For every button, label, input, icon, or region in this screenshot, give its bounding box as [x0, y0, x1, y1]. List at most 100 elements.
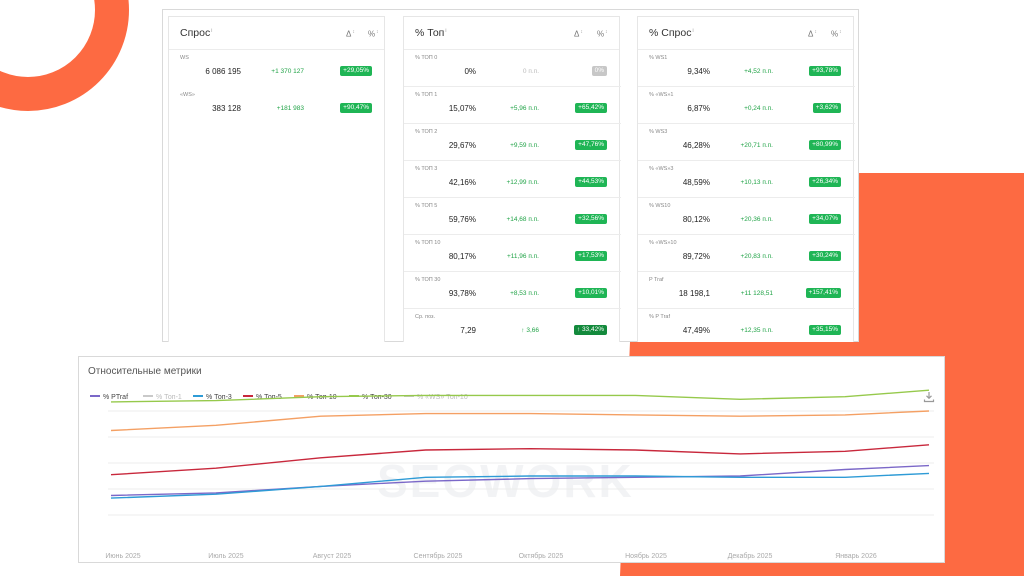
metrics-panel: Спросi Δ↕ %↕ WS 6 086 195 +1 370 127 +29… — [162, 9, 859, 342]
delta-column-header[interactable]: Δ↕ — [346, 29, 355, 39]
metric-label: P Traf — [649, 277, 664, 283]
metric-delta: +12,99 п.п. — [506, 179, 539, 186]
percent-badge: +32,56% — [575, 214, 607, 224]
metric-value: 18 198,1 — [678, 289, 710, 298]
line-chart: Июнь 2025 Июль 2025 Август 2025 Сентябрь 20… — [105, 389, 934, 560]
metric-delta: +181 983 — [276, 105, 304, 112]
metric-delta: +4,52 п.п. — [744, 68, 773, 75]
metric-value: 6 086 195 — [205, 67, 241, 76]
metric-label: % P Traf — [649, 314, 670, 320]
series-line[interactable] — [110, 472, 930, 499]
card-title: % Спросi — [649, 27, 694, 39]
metric-value: 42,16% — [448, 178, 476, 187]
metric-label: % ТОП 30 — [415, 277, 441, 283]
metric-delta: +1 370 127 — [271, 68, 304, 75]
delta-column-header[interactable]: Δ↕ — [808, 29, 817, 39]
percent-badge: +157,41% — [805, 288, 841, 298]
metric-value: 383 128 — [212, 104, 241, 113]
metric-row: % ТОП 10 80,17% +11,96 п.п. +17,53% — [404, 235, 621, 272]
series-line[interactable] — [110, 389, 930, 403]
metric-value: 29,67% — [448, 141, 476, 150]
metric-delta: +20,83 п.п. — [740, 253, 773, 260]
series-line[interactable] — [110, 444, 930, 476]
metric-row: Ср. поз. 7,29 ↑ 3,66 ↑ 33,42% — [404, 309, 621, 346]
metric-row: % «WS»1 6,87% +0,24 п.п. +3,62% — [638, 87, 855, 124]
percent-badge: +90,47% — [340, 103, 372, 113]
percent-badge: +10,01% — [575, 288, 607, 298]
metric-delta: +9,59 п.п. — [510, 142, 539, 149]
percent-badge: +29,05% — [340, 66, 372, 76]
percent-badge: 0% — [591, 66, 607, 76]
card-header: % Топi Δ↕ %↕ — [404, 17, 619, 50]
percent-column-header[interactable]: %↕ — [831, 29, 842, 39]
metric-label: % ТОП 5 — [415, 203, 438, 209]
x-tick-label: Октябрь 2025 — [519, 552, 564, 560]
card-title: % Топi — [415, 27, 447, 39]
card-title: Спросi — [180, 27, 213, 39]
metric-delta: +8,53 п.п. — [510, 290, 539, 297]
metric-value: 80,17% — [448, 252, 476, 261]
percent-badge: +44,53% — [575, 177, 607, 187]
relative-metrics-chart-panel: Относительные метрики % PTraf% Топ-1% То… — [78, 356, 945, 563]
metric-row: % ТОП 2 29,67% +9,59 п.п. +47,76% — [404, 124, 621, 161]
metric-row: P Traf 18 198,1 +11 128,51 +157,41% — [638, 272, 855, 309]
metric-label: WS — [180, 55, 189, 61]
x-tick-label: Июнь 2025 — [105, 553, 140, 560]
top-positions-card: % Топi Δ↕ %↕ % ТОП 0 0% 0 п.п. 0% % ТОП 1 15,… — [403, 16, 621, 342]
metric-delta: +20,36 п.п. — [740, 216, 773, 223]
metric-value: 93,78% — [448, 289, 476, 298]
metric-value: 59,76% — [448, 215, 476, 224]
metric-delta: +14,68 п.п. — [506, 216, 539, 223]
metric-label: «WS» — [180, 92, 195, 98]
metric-row: % ТОП 3 42,16% +12,99 п.п. +44,53% — [404, 161, 621, 198]
metric-label: % ТОП 10 — [415, 240, 441, 246]
metric-value: 80,12% — [682, 215, 710, 224]
x-tick-label: Август 2025 — [313, 553, 352, 560]
metric-row: % ТОП 1 15,07% +5,96 п.п. +65,42% — [404, 87, 621, 124]
metric-row: % ТОП 5 59,76% +14,68 п.п. +32,56% — [404, 198, 621, 235]
metric-delta: 0 п.п. — [522, 68, 539, 75]
metric-row: % «WS»10 89,72% +20,83 п.п. +30,24% — [638, 235, 855, 272]
series-line[interactable] — [110, 464, 930, 497]
series-line[interactable] — [110, 410, 930, 432]
percent-badge: +65,42% — [575, 103, 607, 113]
metric-value: 15,07% — [448, 104, 476, 113]
metric-delta: +11 128,51 — [740, 290, 773, 297]
metric-row: % ТОП 0 0% 0 п.п. 0% — [404, 50, 621, 87]
x-tick-label: Январь 2026 — [835, 553, 877, 560]
metric-row: % WS1 9,34% +4,52 п.п. +93,78% — [638, 50, 855, 87]
percent-column-header[interactable]: %↕ — [368, 29, 379, 39]
metric-label: % ТОП 3 — [415, 166, 438, 172]
metric-value: 48,59% — [682, 178, 710, 187]
metric-value: 47,49% — [682, 326, 710, 335]
metric-value: 6,87% — [687, 104, 710, 113]
percent-badge: +17,53% — [575, 251, 607, 261]
metric-row: WS 6 086 195 +1 370 127 +29,05% — [169, 50, 386, 87]
metric-delta: +0,24 п.п. — [744, 105, 773, 112]
metric-label: % WS1 — [649, 55, 668, 61]
percent-badge: +35,15% — [809, 325, 841, 335]
x-tick-label: Сентябрь 2025 — [414, 552, 463, 560]
metric-label: % WS10 — [649, 203, 671, 209]
metric-value: 89,72% — [682, 252, 710, 261]
metric-delta: +11,96 п.п. — [506, 253, 539, 260]
percent-column-header[interactable]: %↕ — [597, 29, 608, 39]
metric-row: % P Traf 47,49% +12,35 п.п. +35,15% — [638, 309, 855, 346]
metric-row: % «WS»3 48,59% +10,13 п.п. +26,34% — [638, 161, 855, 198]
metric-row: % WS10 80,12% +20,36 п.п. +34,07% — [638, 198, 855, 235]
metric-label: % «WS»1 — [649, 92, 674, 98]
metric-delta: ↑ 3,66 — [521, 327, 539, 334]
percent-badge: +3,62% — [812, 103, 841, 113]
metric-value: 7,29 — [460, 326, 476, 335]
metric-row: «WS» 383 128 +181 983 +90,47% — [169, 87, 386, 124]
metric-value: 9,34% — [687, 67, 710, 76]
metric-delta: +12,35 п.п. — [740, 327, 773, 334]
percent-badge: +30,24% — [809, 251, 841, 261]
percent-badge: +80,99% — [809, 140, 841, 150]
metric-label: % «WS»3 — [649, 166, 674, 172]
delta-column-header[interactable]: Δ↕ — [574, 29, 583, 39]
metric-value: 46,28% — [682, 141, 710, 150]
x-tick-label: Ноябрь 2025 — [625, 552, 667, 560]
x-tick-label: Июль 2025 — [208, 553, 243, 560]
metric-label: % WS3 — [649, 129, 668, 135]
